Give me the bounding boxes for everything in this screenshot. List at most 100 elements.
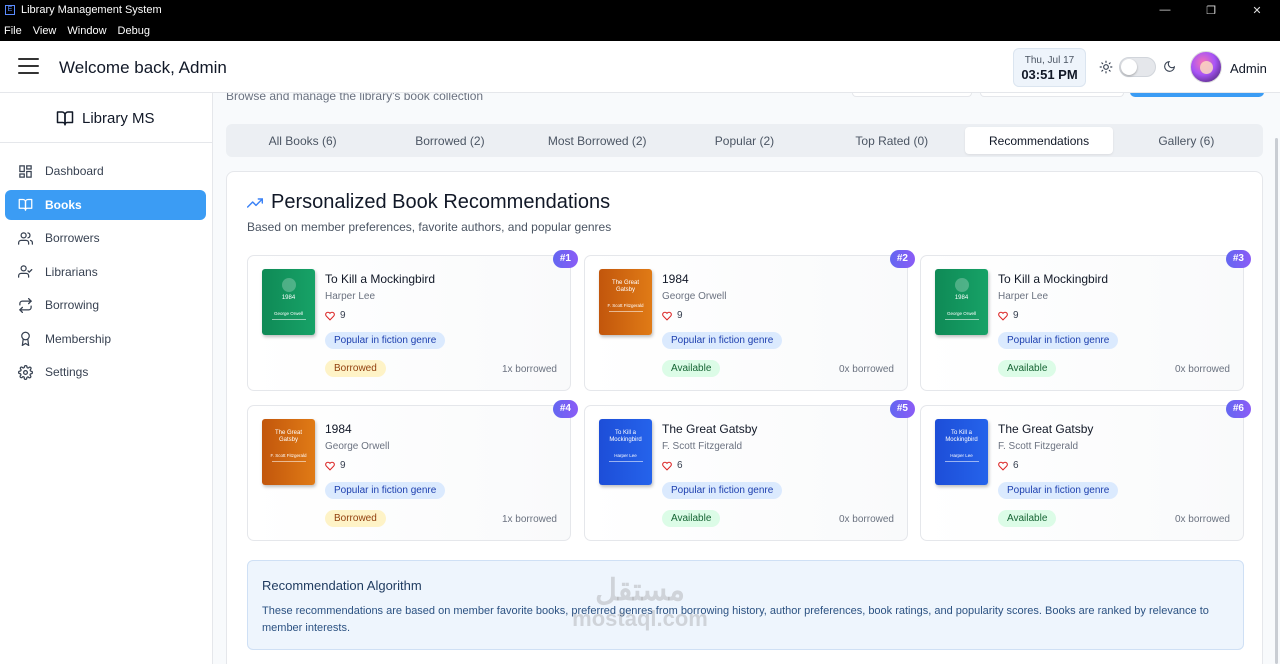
sidebar-item-dashboard[interactable]: Dashboard (5, 156, 206, 186)
book-title[interactable]: To Kill a Mockingbird (998, 272, 1108, 286)
panel-title-text: Personalized Book Recommendations (271, 191, 611, 213)
cover-author: Harper Lee (950, 453, 973, 458)
sidebar-item-label: Librarians (45, 264, 98, 279)
borrow-count: 1x borrowed (501, 364, 557, 375)
borrow-count: 1x borrowed (501, 514, 557, 525)
trending-up-icon (247, 197, 263, 208)
book-cover[interactable]: 1984 George Orwell (262, 269, 315, 335)
avatar[interactable] (1190, 51, 1222, 83)
current-date: Thu, Jul 17 (1024, 55, 1075, 66)
tab-all-books[interactable]: All Books (6) (229, 127, 376, 154)
brand-name: Library MS (82, 109, 155, 127)
book-title[interactable]: 1984 (662, 272, 689, 286)
cover-author: F. Scott Fitzgerald (607, 303, 644, 308)
menu-debug[interactable]: Debug (118, 25, 150, 37)
cover-emblem (281, 278, 296, 292)
cover-author: Harper Lee (614, 453, 637, 458)
likes: 6 (998, 460, 1019, 471)
maximize-button[interactable]: ❐ (1188, 0, 1234, 20)
heart-icon (662, 311, 672, 321)
toolbar-button[interactable] (852, 93, 972, 97)
gear-icon (18, 364, 33, 380)
book-card[interactable]: #5 To Kill a Mockingbird Harper Lee The Gre… (584, 400, 915, 541)
book-icon (18, 198, 33, 211)
book-card[interactable]: #6 To Kill a Mockingbird Harper Lee The Gre… (920, 400, 1251, 541)
menu-view[interactable]: View (33, 25, 57, 37)
cover-author: F. Scott Fitzgerald (270, 453, 307, 458)
close-button[interactable]: ✕ (1234, 0, 1280, 20)
datetime-widget: Thu, Jul 17 03:51 PM (1013, 48, 1086, 87)
cover-title: 1984 (281, 295, 296, 301)
cover-rule (608, 311, 643, 312)
sidebar-item-membership[interactable]: Membership (5, 324, 206, 354)
reason-badge: Popular in fiction genre (325, 482, 446, 499)
book-author: F. Scott Fitzgerald (998, 441, 1079, 452)
theme-toggle[interactable] (1119, 57, 1156, 77)
book-card[interactable]: #2 The Great Gatsby F. Scott Fitzgerald 198… (584, 250, 915, 391)
sidebar-item-settings[interactable]: Settings (5, 357, 206, 387)
likes: 9 (662, 310, 683, 321)
sidebar-nav: Dashboard Books Borrowers Librarians Bor… (5, 156, 206, 391)
add-book-button[interactable] (1130, 93, 1264, 97)
heart-icon (998, 311, 1008, 321)
menu-file[interactable]: File (4, 25, 22, 37)
book-card[interactable]: #1 1984 George Orwell To Kill a Mockingbird… (247, 250, 578, 391)
brand[interactable]: Library MS (55, 107, 155, 129)
panel-title: Personalized Book Recommendations (247, 191, 610, 214)
user-name[interactable]: Admin (1230, 61, 1267, 76)
rank-badge: #2 (889, 250, 915, 268)
book-title[interactable]: The Great Gatsby (662, 422, 757, 436)
book-card[interactable]: #3 1984 George Orwell To Kill a Mockingbird… (920, 250, 1251, 391)
sidebar-item-books[interactable]: Books (5, 189, 206, 220)
reason-badge: Popular in fiction genre (998, 332, 1119, 349)
tab-borrowed[interactable]: Borrowed (2) (376, 127, 523, 154)
tab-top-rated[interactable]: Top Rated (0) (818, 127, 965, 154)
cover-rule (944, 319, 979, 320)
reason-badge: Popular in fiction genre (325, 332, 446, 349)
sidebar-item-borrowers[interactable]: Borrowers (5, 223, 206, 253)
algorithm-text: These recommendations are based on membe… (262, 605, 1209, 634)
menu-toggle-icon[interactable] (18, 58, 39, 74)
sidebar-item-label: Borrowing (45, 298, 100, 312)
book-cover[interactable]: To Kill a Mockingbird Harper Lee (599, 419, 652, 485)
book-open-icon (56, 111, 74, 126)
tab-most-borrowed[interactable]: Most Borrowed (2) (524, 127, 671, 154)
likes: 9 (998, 310, 1019, 321)
book-author: Harper Lee (998, 291, 1049, 302)
menu-bar: File View Window Debug (0, 20, 1280, 41)
tab-recommendations[interactable]: Recommendations (965, 127, 1113, 154)
page-subtitle: Browse and manage the library's book col… (226, 93, 484, 103)
book-card[interactable]: #4 The Great Gatsby F. Scott Fitzgerald 198… (247, 400, 578, 541)
borrow-count: 0x borrowed (838, 514, 894, 525)
book-cover[interactable]: The Great Gatsby F. Scott Fitzgerald (599, 269, 652, 335)
cover-rule (271, 461, 306, 462)
book-cover[interactable]: To Kill a Mockingbird Harper Lee (935, 419, 988, 485)
likes-count: 9 (340, 460, 346, 471)
book-title[interactable]: To Kill a Mockingbird (325, 272, 435, 286)
moon-icon (1164, 60, 1176, 72)
reason-badge: Popular in fiction genre (998, 482, 1119, 499)
likes-count: 6 (1013, 460, 1019, 471)
status-badge: Borrowed (325, 510, 386, 527)
book-cover[interactable]: The Great Gatsby F. Scott Fitzgerald (262, 419, 315, 485)
sidebar-item-borrowing[interactable]: Borrowing (5, 290, 206, 320)
app-header: Welcome back, Admin Thu, Jul 17 03:51 PM… (0, 41, 1280, 93)
book-cover[interactable]: 1984 George Orwell (935, 269, 988, 335)
scrollbar[interactable] (1275, 138, 1278, 664)
sun-icon (1099, 60, 1113, 74)
recommendations-panel: Personalized Book Recommendations Based … (226, 171, 1263, 664)
tab-gallery[interactable]: Gallery (6) (1113, 127, 1260, 154)
tab-popular[interactable]: Popular (2) (671, 127, 818, 154)
book-title[interactable]: 1984 (325, 422, 352, 436)
minimize-button[interactable]: — (1142, 0, 1188, 20)
swap-icon (18, 297, 33, 313)
book-title[interactable]: The Great Gatsby (998, 422, 1093, 436)
reason-badge: Popular in fiction genre (662, 332, 783, 349)
status-badge: Borrowed (325, 360, 386, 377)
book-author: George Orwell (662, 291, 727, 302)
sidebar-item-librarians[interactable]: Librarians (5, 257, 206, 287)
status-badge: Available (998, 360, 1057, 377)
window-titlebar: E Library Management System — ❐ ✕ (0, 0, 1280, 20)
toolbar-button[interactable] (980, 93, 1124, 97)
menu-window[interactable]: Window (67, 25, 106, 37)
